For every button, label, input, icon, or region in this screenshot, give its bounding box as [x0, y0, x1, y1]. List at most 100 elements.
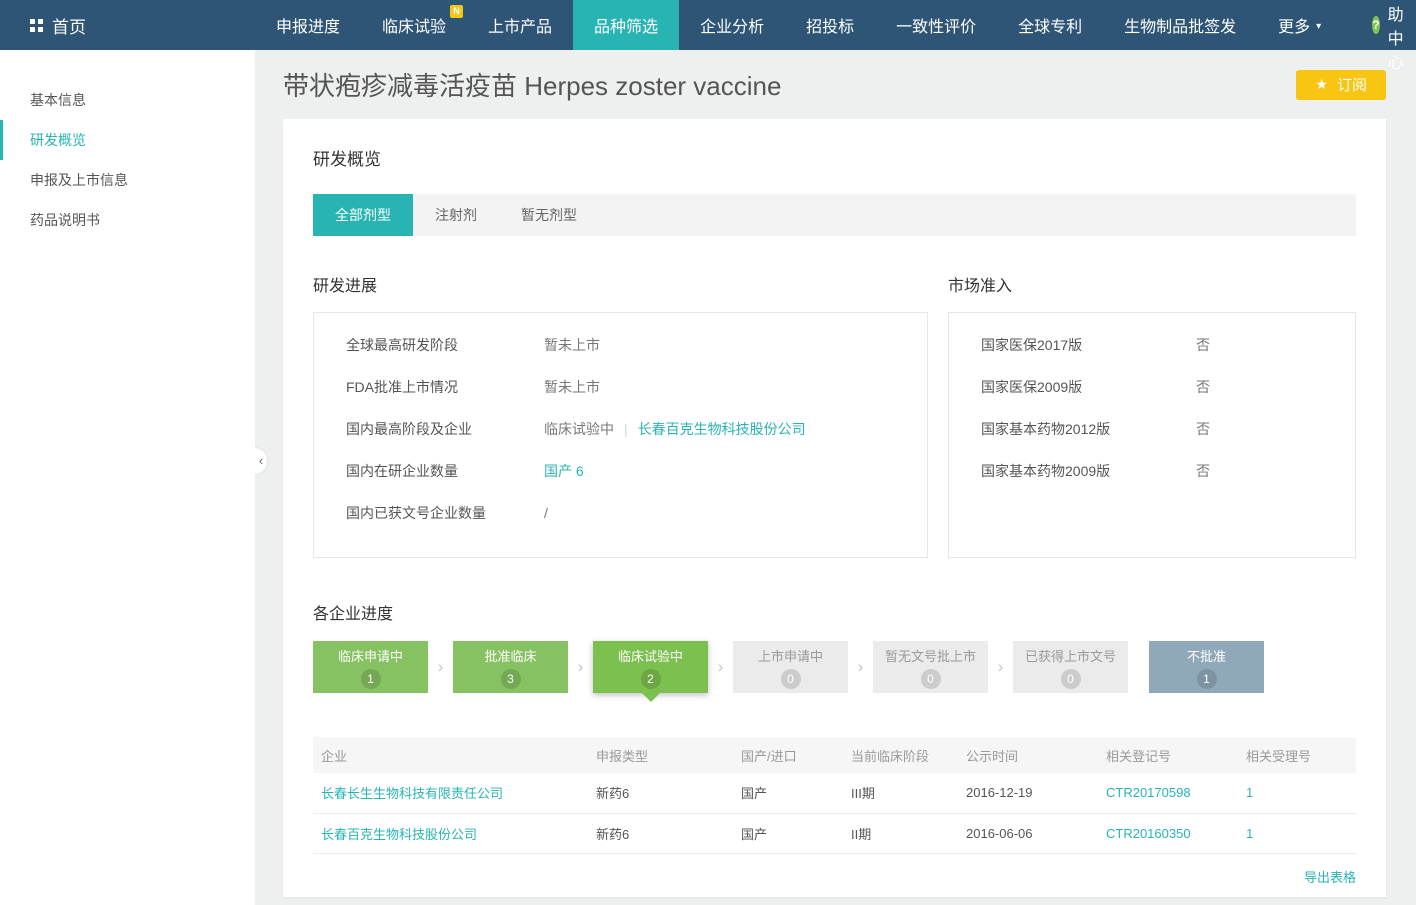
- info-row: 国内最高阶段及企业 临床试验中 | 长春百克生物科技股份公司: [346, 408, 895, 450]
- page-layout: 基本信息 研发概览 申报及上市信息 药品说明书 带状疱疹减毒活疫苗 Herpes…: [0, 50, 1416, 905]
- cell-origin: 国产: [733, 813, 843, 853]
- summary-columns: 研发进展 全球最高研发阶段 暂未上市 FDA批准上市情况 暂未上市 国内最高阶段…: [313, 272, 1356, 558]
- sidebar-item-rnd-overview[interactable]: 研发概览: [0, 120, 255, 160]
- info-label: FDA批准上市情况: [346, 377, 544, 397]
- sidebar: 基本信息 研发概览 申报及上市信息 药品说明书: [0, 50, 255, 905]
- stage-label: 批准临床: [484, 646, 536, 665]
- col-publish-date: 公示时间: [958, 737, 1098, 773]
- nav-item-bidding[interactable]: 招投标: [785, 0, 875, 50]
- stage-no-license-approved[interactable]: 暂无文号批上市 0: [873, 641, 988, 693]
- cell-phase: II期: [843, 813, 958, 853]
- cell-publish-date: 2016-06-06: [958, 813, 1098, 853]
- tab-all-dosage-forms[interactable]: 全部剂型: [313, 194, 413, 236]
- nav-item-more[interactable]: 更多: [1257, 0, 1342, 50]
- info-row: 国内在研企业数量 国产 6: [346, 450, 895, 492]
- grid-icon: [30, 19, 43, 32]
- info-label: 国内最高阶段及企业: [346, 419, 544, 439]
- subscribe-button[interactable]: 订阅: [1296, 70, 1386, 100]
- info-label: 国家医保2009版: [981, 377, 1196, 397]
- stage-arrow-icon: [988, 657, 1013, 677]
- company-progress-heading: 各企业进度: [313, 600, 1356, 624]
- nav-item-variety-screening[interactable]: 品种筛选: [573, 0, 679, 50]
- registration-no-link[interactable]: CTR20160350: [1106, 826, 1191, 841]
- stage-count: 1: [361, 669, 381, 689]
- info-label: 国家基本药物2012版: [981, 419, 1196, 439]
- company-link[interactable]: 长春百克生物科技股份公司: [638, 419, 806, 439]
- stage-label: 已获得上市文号: [1025, 646, 1116, 665]
- stage-label: 临床试验中: [618, 646, 683, 665]
- question-icon: [1372, 16, 1379, 34]
- nav-item-company-analysis[interactable]: 企业分析: [679, 0, 785, 50]
- rnd-progress-section: 研发进展 全球最高研发阶段 暂未上市 FDA批准上市情况 暂未上市 国内最高阶段…: [313, 272, 928, 558]
- company-progress-table: 企业 申报类型 国产/进口 当前临床阶段 公示时间 相关登记号 相关受理号 长春…: [313, 737, 1356, 854]
- info-value: 否: [1196, 377, 1210, 397]
- info-row: 国内已获文号企业数量 /: [346, 492, 895, 534]
- stage-clinical-applying[interactable]: 临床申请中 1: [313, 641, 428, 693]
- stage-arrow-icon: [428, 657, 453, 677]
- info-label: 国家医保2017版: [981, 335, 1196, 355]
- table-row: 长春长生生物科技有限责任公司 新药6 国产 III期 2016-12-19 CT…: [313, 773, 1356, 813]
- help-center-button[interactable]: 帮助中心: [1342, 0, 1416, 50]
- stage-label: 上市申请中: [758, 646, 823, 665]
- nav-item-biologics-batch-release[interactable]: 生物制品批签发: [1103, 0, 1257, 50]
- acceptance-no-link[interactable]: 1: [1246, 826, 1253, 841]
- info-label: 国家基本药物2009版: [981, 461, 1196, 481]
- card-title: 研发概览: [313, 145, 1356, 170]
- stage-count: 1: [1197, 669, 1217, 689]
- info-value: /: [544, 505, 548, 521]
- stage-in-clinical-trial[interactable]: 临床试验中 2: [593, 641, 708, 693]
- info-row: FDA批准上市情况 暂未上市: [346, 366, 895, 408]
- info-label: 国内在研企业数量: [346, 461, 544, 481]
- nav-home[interactable]: 首页: [0, 0, 255, 50]
- info-value: 暂未上市: [544, 377, 600, 397]
- info-value: 暂未上市: [544, 335, 600, 355]
- stage-pipeline: 临床申请中 1 批准临床 3 临床试验中 2 上市申请中 0: [313, 641, 1356, 693]
- nav-item-label: 更多: [1278, 13, 1310, 37]
- company-link[interactable]: 长春长生生物科技有限责任公司: [321, 786, 503, 801]
- table-footer: 导出表格: [313, 854, 1356, 886]
- stage-label: 不批准: [1187, 646, 1226, 665]
- market-access-heading: 市场准入: [948, 272, 1356, 296]
- sidebar-item-declare-market-info[interactable]: 申报及上市信息: [0, 160, 255, 200]
- registration-no-link[interactable]: CTR20170598: [1106, 785, 1191, 800]
- overview-card: 研发概览 全部剂型 注射剂 暂无剂型 研发进展 全球最高研发阶段 暂未上市 FD…: [283, 119, 1386, 897]
- nav-item-marketed-products[interactable]: 上市产品: [467, 0, 573, 50]
- info-value: 临床试验中: [544, 419, 614, 439]
- market-access-section: 市场准入 国家医保2017版 否 国家医保2009版 否 国家基本药物2012版: [948, 272, 1356, 558]
- chevron-down-icon: [1310, 16, 1321, 34]
- nav-home-label: 首页: [52, 13, 86, 38]
- acceptance-no-link[interactable]: 1: [1246, 785, 1253, 800]
- tab-no-dosage-form[interactable]: 暂无剂型: [499, 194, 599, 236]
- rnd-progress-box: 全球最高研发阶段 暂未上市 FDA批准上市情况 暂未上市 国内最高阶段及企业 临…: [313, 312, 928, 558]
- nav-item-clinical-trials[interactable]: 临床试验 N: [361, 0, 467, 50]
- stage-license-obtained[interactable]: 已获得上市文号 0: [1013, 641, 1128, 693]
- stage-arrow-icon: [848, 657, 873, 677]
- table-row: 长春百克生物科技股份公司 新药6 国产 II期 2016-06-06 CTR20…: [313, 813, 1356, 853]
- stage-count: 0: [781, 669, 801, 689]
- nav-item-label: 临床试验: [382, 13, 446, 37]
- nav-item-global-patents[interactable]: 全球专利: [997, 0, 1103, 50]
- stage-market-applying[interactable]: 上市申请中 0: [733, 641, 848, 693]
- cell-apply-type: 新药6: [588, 773, 733, 813]
- nav-item-declare-progress[interactable]: 申报进度: [255, 0, 361, 50]
- tab-injection[interactable]: 注射剂: [413, 194, 499, 236]
- col-apply-type: 申报类型: [588, 737, 733, 773]
- nav-item-consistency-evaluation[interactable]: 一致性评价: [875, 0, 997, 50]
- col-origin: 国产/进口: [733, 737, 843, 773]
- sidebar-item-basic-info[interactable]: 基本信息: [0, 80, 255, 120]
- sidebar-item-drug-label[interactable]: 药品说明书: [0, 200, 255, 240]
- domestic-count-link[interactable]: 国产 6: [544, 461, 584, 481]
- market-access-box: 国家医保2017版 否 国家医保2009版 否 国家基本药物2012版 否: [948, 312, 1356, 558]
- export-table-link[interactable]: 导出表格: [1304, 870, 1356, 885]
- stage-rejected[interactable]: 不批准 1: [1149, 641, 1264, 693]
- company-link[interactable]: 长春百克生物科技股份公司: [321, 827, 477, 842]
- info-value: 否: [1196, 419, 1210, 439]
- stage-label: 临床申请中: [338, 646, 403, 665]
- rnd-progress-heading: 研发进展: [313, 272, 928, 296]
- subscribe-label: 订阅: [1337, 74, 1367, 95]
- stage-count: 0: [1061, 669, 1081, 689]
- stage-clinical-approved[interactable]: 批准临床 3: [453, 641, 568, 693]
- star-icon: [1315, 76, 1328, 93]
- stage-count: 2: [641, 669, 661, 689]
- info-row: 国家医保2017版 否: [981, 324, 1323, 366]
